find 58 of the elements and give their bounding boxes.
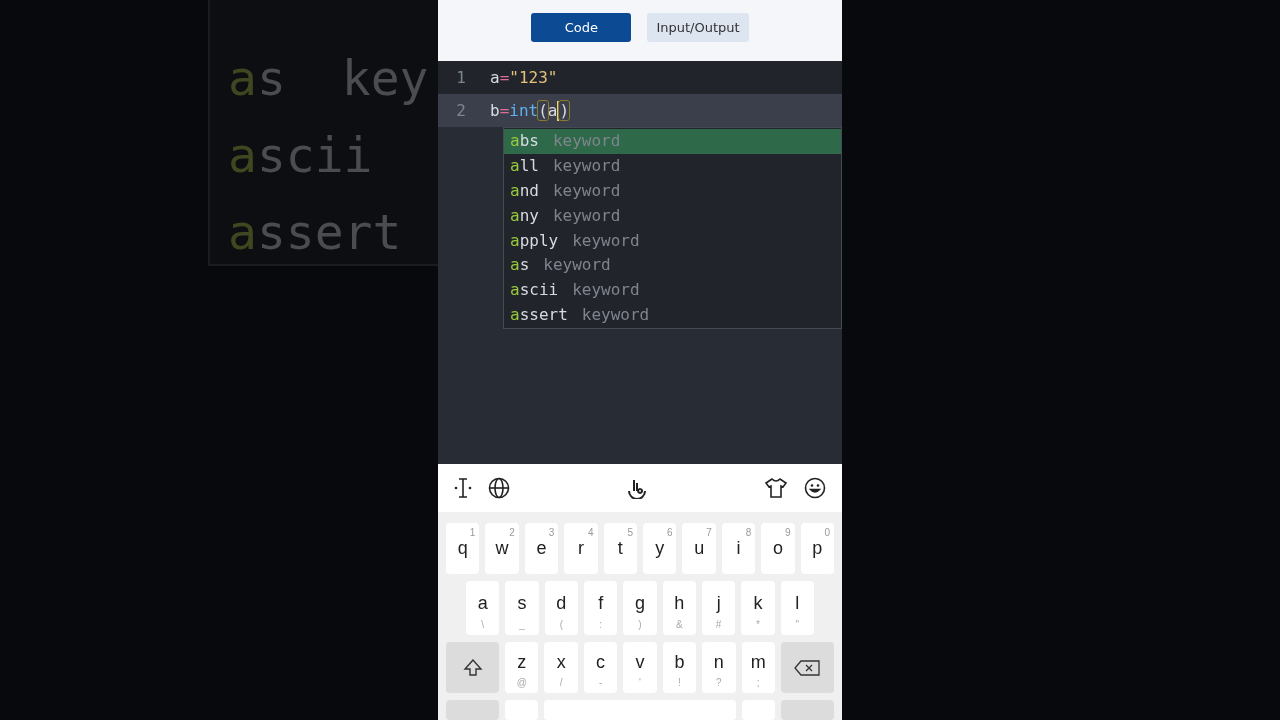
suggestion-item[interactable]: apply keyword (504, 228, 841, 253)
t-shirt-icon[interactable] (764, 477, 788, 499)
globe-icon[interactable] (488, 477, 510, 499)
code-token: = (499, 67, 510, 87)
key[interactable]: o 9 (761, 523, 795, 574)
text-cursor-icon[interactable] (454, 477, 472, 499)
key[interactable]: k * (741, 581, 775, 635)
key[interactable]: c - (583, 642, 618, 693)
shift-icon (462, 657, 483, 678)
key[interactable]: h & (662, 581, 696, 635)
code-token: a (490, 67, 500, 87)
key[interactable]: w 2 (485, 523, 519, 574)
code-token: ) (559, 100, 570, 120)
key[interactable]: e 3 (524, 523, 559, 574)
key[interactable]: m ; (741, 642, 775, 693)
code-token: "123" (509, 67, 558, 87)
suggestion-item[interactable]: all keyword (504, 153, 841, 179)
key[interactable]: z @ (505, 642, 539, 693)
line-number: 2 (455, 99, 467, 122)
key[interactable]: p 0 (800, 523, 835, 574)
hand-icon[interactable] (627, 477, 647, 499)
backspace-icon (794, 659, 821, 676)
suggestion-item[interactable]: any keyword (504, 203, 841, 229)
suggestion-item[interactable]: as keyword (504, 253, 841, 278)
code-token: b (490, 100, 500, 120)
editor-backdrop: as key ascii assert (208, 0, 438, 266)
key[interactable]: a \ (466, 581, 500, 635)
key[interactable]: b ! (662, 642, 697, 693)
shift-key[interactable] (446, 642, 499, 693)
key[interactable]: t 5 (603, 523, 638, 574)
key[interactable]: q 1 (446, 523, 480, 574)
code-token: a (547, 100, 558, 120)
code-token: ( (538, 100, 548, 120)
key[interactable]: f : (584, 581, 618, 635)
line-number: 1 (455, 66, 467, 89)
suggestion-item[interactable]: abs keyword (504, 129, 841, 154)
suggestion-item[interactable]: ascii keyword (504, 277, 841, 303)
key[interactable]: d ( (544, 581, 578, 635)
key[interactable]: v ' (623, 642, 657, 693)
key[interactable]: s _ (505, 581, 539, 635)
key[interactable]: y 6 (643, 523, 677, 574)
key[interactable]: g ) (623, 581, 657, 635)
text-cursor (557, 101, 560, 121)
emoji-icon[interactable] (804, 477, 826, 499)
suggestion-item[interactable]: and keyword (504, 178, 841, 204)
backspace-key[interactable] (780, 642, 834, 693)
key[interactable]: n ? (702, 642, 736, 693)
key[interactable]: j # (701, 581, 736, 635)
key[interactable]: u 7 (682, 523, 716, 574)
tab[interactable]: Code (531, 13, 632, 42)
code-token: = (499, 100, 510, 120)
key[interactable]: x / (544, 642, 578, 693)
key[interactable]: l " (780, 581, 814, 635)
key[interactable]: r 4 (564, 523, 598, 574)
tab[interactable]: Input/Output (647, 13, 749, 42)
code-token: int (509, 100, 539, 120)
suggestion-item[interactable]: assert keyword (504, 302, 841, 328)
key[interactable]: i 8 (721, 523, 756, 574)
